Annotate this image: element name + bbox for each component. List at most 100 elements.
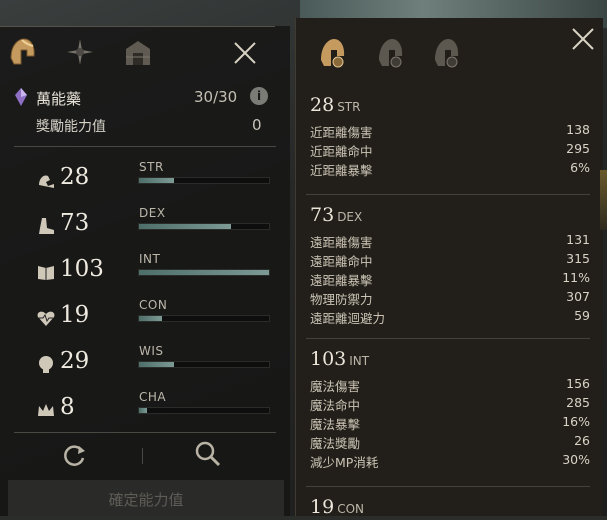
- stat-detail-label: 魔法命中: [310, 398, 361, 413]
- stat-detail-label: 近距離命中: [310, 144, 373, 159]
- helmet-swirl-icon[interactable]: [432, 36, 462, 70]
- crown-icon: [38, 404, 54, 416]
- stat-detail-label: 遠距離命中: [310, 254, 373, 269]
- stat-detail-row: 遠距離傷害 131: [310, 232, 590, 251]
- flexed-arm-icon: [39, 175, 54, 188]
- stat-detail-row: 魔法命中 285: [310, 395, 590, 414]
- divider: [14, 146, 276, 147]
- stat-detail-label: 遠距離暴擊: [310, 273, 373, 288]
- stat-detail-value: 156: [566, 376, 590, 391]
- stat-detail-value: 131: [566, 232, 590, 247]
- section-title: 73 DEX: [310, 204, 362, 226]
- section-code: CON: [337, 502, 364, 516]
- stat-bar: [138, 361, 270, 368]
- stat-detail-label: 近距離暴擊: [310, 163, 373, 178]
- section-value: 19: [310, 496, 335, 518]
- stat-detail-row: 遠距離命中 315: [310, 251, 590, 270]
- brain-head-icon: [39, 356, 53, 373]
- stat-row-cha[interactable]: 8 CHA: [0, 390, 290, 436]
- stat-detail-value: 307: [566, 289, 590, 304]
- stat-detail-value: 30%: [562, 452, 590, 467]
- stat-code: CHA: [139, 390, 167, 404]
- stat-bar-fill: [139, 316, 163, 321]
- section-value: 28: [310, 94, 335, 116]
- section-separator: [306, 486, 590, 487]
- confirm-stats-button[interactable]: 確定能力值: [8, 480, 284, 516]
- stat-bar: [138, 223, 270, 230]
- stat-code: CON: [139, 298, 168, 312]
- stat-detail-label: 魔法暴擊: [310, 417, 361, 432]
- stat-row-con[interactable]: 19 CON: [0, 298, 290, 344]
- close-icon[interactable]: [570, 26, 596, 52]
- section-code: STR: [337, 100, 361, 114]
- stat-detail-label: 近距離傷害: [310, 125, 373, 140]
- stat-detail-value: 295: [566, 141, 590, 156]
- stat-value: 29: [60, 348, 90, 374]
- stat-detail-value: 138: [566, 122, 590, 137]
- section-title: 19 CON: [310, 496, 364, 518]
- stat-detail-row: 魔法暴擊 16%: [310, 414, 590, 433]
- stat-detail-row: 近距離傷害 138: [310, 122, 590, 141]
- stat-detail-value: 26: [574, 433, 590, 448]
- stat-code: WIS: [139, 344, 164, 358]
- edge-decoration: [600, 170, 607, 230]
- stat-detail-label: 物理防禦力: [310, 292, 373, 307]
- stat-value: 73: [60, 210, 90, 236]
- section-separator: [306, 194, 590, 195]
- stat-detail-row: 物理防禦力 307: [310, 289, 590, 308]
- helmet-shield-icon[interactable]: [376, 36, 406, 70]
- stat-bar-fill: [139, 362, 175, 367]
- section-code: INT: [349, 354, 370, 368]
- stat-bar-fill: [139, 408, 147, 413]
- stat-value: 103: [60, 256, 104, 282]
- stat-detail-row: 魔法獎勵 26: [310, 433, 590, 452]
- potion-row: 萬能藥 30/30 i: [14, 86, 274, 108]
- stat-bar: [138, 177, 270, 184]
- section-value: 73: [310, 204, 335, 226]
- divider: [14, 432, 276, 433]
- stat-value: 19: [60, 302, 90, 328]
- stat-row-wis[interactable]: 29 WIS: [0, 344, 290, 390]
- stat-code: STR: [139, 160, 164, 174]
- magnifier-icon[interactable]: [194, 440, 222, 468]
- stat-bar-fill: [139, 178, 175, 183]
- stat-bar-fill: [139, 224, 232, 229]
- stat-detail-row: 近距離暴擊 6%: [310, 160, 590, 179]
- stat-bar-fill: [139, 270, 269, 275]
- reset-icon[interactable]: [60, 442, 88, 470]
- section-title: 28 STR: [310, 94, 360, 116]
- stat-code: INT: [139, 252, 161, 266]
- stat-detail-row: 遠距離迴避力 59: [310, 308, 590, 327]
- stat-row-str[interactable]: 28 STR: [0, 160, 290, 206]
- divider: [142, 448, 143, 464]
- helmet-icon[interactable]: [6, 36, 38, 68]
- stat-detail-value: 6%: [570, 160, 590, 175]
- potion-count: 30/30: [194, 88, 238, 106]
- stat-row-int[interactable]: 103 INT: [0, 252, 290, 298]
- stat-detail-value: 285: [566, 395, 590, 410]
- stat-bar: [138, 269, 270, 276]
- stat-detail-value: 315: [566, 251, 590, 266]
- stat-value: 8: [60, 394, 75, 420]
- stat-code: DEX: [139, 206, 166, 220]
- stat-detail-row: 近距離命中 295: [310, 141, 590, 160]
- stat-detail-value: 59: [574, 308, 590, 323]
- section-code: DEX: [337, 210, 363, 224]
- potion-crystal-icon: [15, 88, 27, 106]
- stat-row-dex[interactable]: 73 DEX: [0, 206, 290, 252]
- info-icon[interactable]: i: [250, 87, 268, 105]
- boot-icon: [39, 218, 54, 234]
- stat-detail-value: 11%: [562, 270, 590, 285]
- section-separator: [306, 338, 590, 339]
- section-title: 103 INT: [310, 348, 369, 370]
- compass-star-icon[interactable]: [64, 36, 96, 68]
- book-icon: [38, 266, 54, 280]
- close-icon[interactable]: [232, 40, 258, 66]
- section-value: 103: [310, 348, 347, 370]
- stat-detail-row: 遠距離暴擊 11%: [310, 270, 590, 289]
- stat-detail-value: 16%: [562, 414, 590, 429]
- stat-detail-label: 魔法獎勵: [310, 436, 361, 451]
- helmet-gear-icon[interactable]: [318, 36, 348, 70]
- stat-detail-row: 減少MP消耗 30%: [310, 452, 590, 471]
- castle-gate-icon[interactable]: [122, 36, 154, 68]
